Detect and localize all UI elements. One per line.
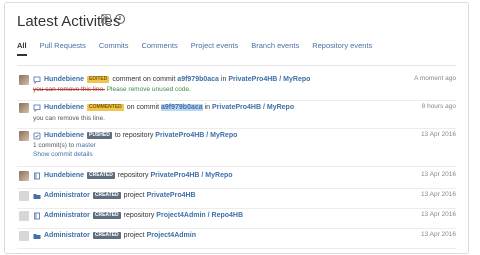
timestamp: 13 Apr 2016: [420, 231, 456, 238]
repo-link[interactable]: PrivatePro4HB / MyRepo: [212, 104, 294, 111]
commit-link[interactable]: a9f979b0aca: [161, 104, 203, 111]
tab-all[interactable]: All: [17, 41, 27, 56]
timestamp: 13 Apr 2016: [420, 131, 456, 138]
rss-icon[interactable]: ◉: [101, 14, 111, 24]
list-item: Hundebiene EDITED comment on commit a9f9…: [17, 73, 456, 101]
tab-bar: All Pull Requests Commits Comments Proje…: [17, 41, 385, 56]
header-icons: ◉ i: [101, 14, 125, 24]
list-item: Hundebiene PUSHED to repository PrivateP…: [17, 129, 456, 167]
list-item: Hundebiene COMMENTED on commit a9f979b0a…: [17, 101, 456, 129]
avatar[interactable]: [19, 191, 29, 201]
tab-comments[interactable]: Comments: [141, 41, 177, 56]
user-link[interactable]: Hundebiene: [44, 172, 84, 179]
list-item: Administrator CREATED project PrivatePro…: [17, 189, 456, 209]
folder-icon: [33, 194, 41, 199]
avatar[interactable]: [19, 75, 29, 85]
tab-project-events[interactable]: Project events: [191, 41, 239, 56]
comment-icon: [33, 76, 41, 84]
project-link[interactable]: PrivatePro4HB: [147, 192, 196, 199]
folder-icon: [33, 234, 41, 239]
commit-icon: [33, 132, 41, 140]
user-link[interactable]: Hundebiene: [44, 76, 84, 83]
repository-icon: [34, 212, 40, 220]
status-badge: CREATED: [92, 192, 121, 199]
tab-commits[interactable]: Commits: [99, 41, 129, 56]
list-item: Administrator CREATED project Project4Ad…: [17, 229, 456, 249]
status-badge: CREATED: [92, 212, 121, 219]
tab-repository-events[interactable]: Repository events: [312, 41, 372, 56]
activity-panel: Latest Activities ◉ i All Pull Requests …: [4, 2, 469, 254]
timestamp: 13 Apr 2016: [420, 171, 456, 178]
repository-icon: [34, 172, 40, 180]
avatar[interactable]: [19, 103, 29, 113]
status-badge: EDITED: [87, 76, 110, 83]
user-link[interactable]: Administrator: [44, 212, 90, 219]
avatar[interactable]: [19, 131, 29, 141]
timestamp: 8 hours ago: [421, 103, 456, 110]
project-link[interactable]: Project4Admin: [147, 232, 196, 239]
info-icon[interactable]: i: [115, 14, 125, 24]
repo-link[interactable]: PrivatePro4HB / MyRepo: [228, 76, 310, 83]
repo-link[interactable]: PrivatePro4HB / MyRepo: [150, 172, 232, 179]
status-badge: CREATED: [92, 232, 121, 239]
user-link[interactable]: Hundebiene: [44, 104, 84, 111]
repo-link[interactable]: PrivatePro4HB / MyRepo: [155, 132, 237, 139]
status-badge: PUSHED: [87, 132, 112, 139]
added-text: Please remove unused code.: [106, 86, 191, 93]
list-item: Administrator CREATED repository Project…: [17, 209, 456, 229]
status-badge: CREATED: [87, 172, 115, 179]
branch-link[interactable]: master: [76, 142, 96, 149]
avatar[interactable]: [19, 211, 29, 221]
tab-branch-events[interactable]: Branch events: [251, 41, 299, 56]
user-link[interactable]: Administrator: [44, 192, 90, 199]
user-link[interactable]: Hundebiene: [44, 132, 84, 139]
comment-icon: [33, 104, 41, 112]
status-badge: COMMENTED: [87, 104, 124, 111]
user-link[interactable]: Administrator: [44, 232, 90, 239]
show-commit-details-link[interactable]: Show commit details: [33, 150, 93, 159]
comment-text: you can remove this line.: [33, 115, 105, 122]
commit-link[interactable]: a9f979b0aca: [177, 76, 219, 83]
tab-divider: [17, 65, 456, 66]
list-item: Hundebiene CREATED repository PrivatePro…: [17, 169, 456, 189]
timestamp: A moment ago: [414, 75, 456, 82]
repo-link[interactable]: Project4Admin / Repo4HB: [156, 212, 243, 219]
tab-pull-requests[interactable]: Pull Requests: [40, 41, 86, 56]
avatar[interactable]: [19, 231, 29, 241]
removed-text: you can remove this line.: [33, 86, 105, 93]
timestamp: 13 Apr 2016: [420, 191, 456, 198]
avatar[interactable]: [19, 171, 29, 181]
timestamp: 13 Apr 2016: [420, 211, 456, 218]
